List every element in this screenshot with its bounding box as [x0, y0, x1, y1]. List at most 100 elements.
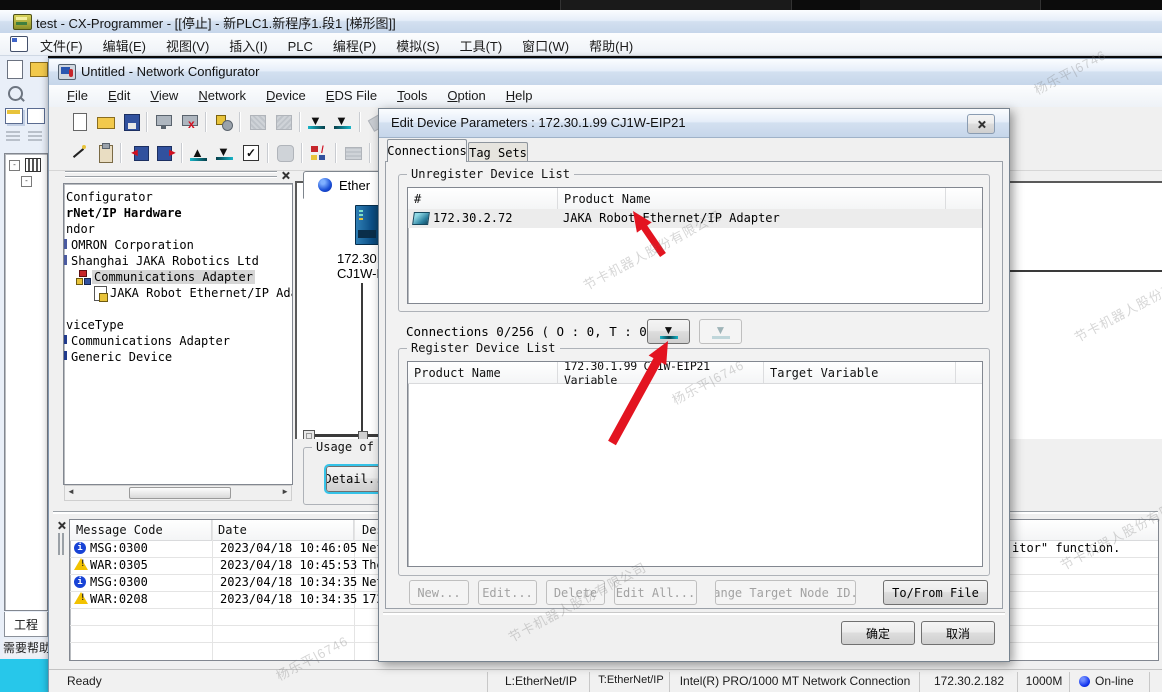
- tree-item-comms-adapter-type[interactable]: Communications Adapter: [71, 334, 230, 348]
- log-col-date[interactable]: Date: [212, 520, 354, 540]
- unregister-col-num[interactable]: #: [408, 188, 558, 209]
- info-icon: i: [74, 576, 86, 588]
- register-col-product[interactable]: Product Name: [408, 362, 558, 383]
- nc-menu-help[interactable]: Help: [496, 85, 543, 106]
- ladder-window-icon[interactable]: [10, 36, 28, 52]
- open-file-icon[interactable]: [95, 112, 116, 132]
- clipboard-icon[interactable]: [95, 143, 116, 163]
- tree-item-comms-adapter[interactable]: Communications Adapter: [92, 270, 255, 284]
- window-cascade-icon[interactable]: [27, 108, 45, 124]
- change-target-node-id-button[interactable]: Change Target Node ID...: [715, 580, 856, 605]
- nc-menu-file[interactable]: File: [57, 85, 98, 106]
- indent-disabled-icon: [6, 131, 20, 133]
- unregister-table[interactable]: # Product Name 172.30.2.72 JAKA Robot Et…: [407, 187, 983, 304]
- nc-menu-eds-file[interactable]: EDS File: [316, 85, 387, 106]
- windows-view-icon[interactable]: [5, 108, 23, 124]
- register-table[interactable]: Product Name 172.30.1.99 CJ1W-EIP21 Vari…: [407, 361, 983, 567]
- scroll-thumb[interactable]: [129, 487, 231, 499]
- ok-button[interactable]: 确定: [841, 621, 915, 645]
- cxp-menu-view[interactable]: 视图(V): [156, 33, 219, 58]
- nc-menu-device[interactable]: Device: [256, 85, 316, 106]
- device-type-icon: [64, 351, 67, 360]
- status-speed: 1000M: [1021, 674, 1067, 688]
- background-strip: [0, 0, 1162, 10]
- scroll-right-icon[interactable]: ►: [281, 487, 289, 496]
- tree-collapse-icon[interactable]: -: [21, 176, 32, 187]
- node-address-icon[interactable]: /: [309, 143, 330, 163]
- wizard-icon[interactable]: [213, 112, 234, 132]
- register-col-extra[interactable]: [956, 362, 982, 383]
- tree-item-jaka-adapter[interactable]: JAKA Robot Ethernet/IP Adapter: [110, 286, 293, 300]
- unregister-col-extra[interactable]: [946, 188, 982, 209]
- cxp-project-tree[interactable]: - -: [4, 153, 48, 611]
- hardware-tree[interactable]: Configurator rNet/IP Hardware ndor OMRON…: [63, 183, 293, 485]
- cxp-menu-insert[interactable]: 插入(I): [219, 33, 277, 58]
- log-date: 2023/04/18 10:34:35: [220, 592, 357, 606]
- nc-menu-edit[interactable]: Edit: [98, 85, 140, 106]
- new-button[interactable]: New...: [409, 580, 469, 605]
- nc-menu-view[interactable]: View: [140, 85, 188, 106]
- edit-button[interactable]: Edit...: [478, 580, 537, 605]
- delete-network-icon[interactable]: x: [179, 112, 200, 132]
- ethernet-sphere-icon: [318, 178, 332, 192]
- save-file-icon[interactable]: [121, 112, 142, 132]
- log-code: MSG:0300: [90, 541, 148, 555]
- tree-item-root[interactable]: Configurator: [66, 190, 153, 204]
- download-parameters-icon[interactable]: ▼: [215, 143, 236, 163]
- tree-item-devicetype[interactable]: viceType: [66, 318, 124, 332]
- cxp-project-tab[interactable]: 工程: [4, 612, 48, 637]
- dialog-title-bar[interactable]: Edit Device Parameters : 172.30.1.99 CJ1…: [379, 109, 1009, 138]
- dialog-close-button[interactable]: [967, 114, 995, 134]
- status-ip: 172.30.2.182: [923, 674, 1015, 688]
- unregister-up-button[interactable]: ▼: [699, 319, 742, 344]
- download-to-device-icon[interactable]: ▼: [307, 112, 328, 132]
- unregister-device-row[interactable]: 172.30.2.72 JAKA Robot Ethernet/IP Adapt…: [408, 209, 982, 228]
- tab-tag-sets-label: Tag Sets: [469, 146, 527, 160]
- verify-check-icon[interactable]: ✓: [241, 143, 262, 163]
- cxp-menu-help[interactable]: 帮助(H): [579, 33, 643, 58]
- tree-collapse-icon[interactable]: -: [9, 160, 20, 171]
- nc-status-bar: Ready L:EtherNet/IP T:EtherNet/IP Intel(…: [49, 669, 1162, 692]
- tree-item-generic-device[interactable]: Generic Device: [71, 350, 172, 364]
- tab-connections[interactable]: Connections: [387, 139, 467, 162]
- log-col-message-code[interactable]: Message Code: [70, 520, 212, 540]
- to-from-file-button[interactable]: To/From File: [883, 580, 988, 605]
- delete-button[interactable]: Delete: [546, 580, 605, 605]
- tree-item-omron[interactable]: OMRON Corporation: [71, 238, 194, 252]
- register-col-target-variable[interactable]: Target Variable: [764, 362, 956, 383]
- scroll-left-icon[interactable]: ◄: [67, 487, 75, 496]
- log-code: MSG:0300: [90, 575, 148, 589]
- cxp-menu-program[interactable]: 编程(P): [323, 33, 386, 58]
- status-nic: Intel(R) PRO/1000 MT Network Connection: [673, 674, 917, 688]
- nc-menu-network[interactable]: Network: [188, 85, 256, 106]
- download-to-network-icon[interactable]: ▼: [333, 112, 354, 132]
- log-panel-grip[interactable]: [58, 533, 60, 555]
- import-file-icon[interactable]: ◄: [129, 143, 150, 163]
- nc-title-bar[interactable]: Untitled - Network Configurator: [49, 59, 1162, 86]
- upload-parameters-icon[interactable]: ▲: [189, 143, 210, 163]
- tree-item-vendor[interactable]: ndor: [66, 222, 95, 236]
- nc-menu-tools[interactable]: Tools: [387, 85, 437, 106]
- tree-item-jaka-vendor[interactable]: Shanghai JAKA Robotics Ltd: [71, 254, 259, 268]
- open-project-icon[interactable]: [30, 62, 48, 77]
- export-file-icon[interactable]: ►: [155, 143, 176, 163]
- tree-panel-grip[interactable]: [65, 171, 277, 178]
- cxp-menu-simulate[interactable]: 模拟(S): [386, 33, 449, 58]
- tab-tag-sets[interactable]: Tag Sets: [468, 142, 528, 162]
- new-file-icon[interactable]: [69, 112, 90, 132]
- unregister-header-row: # Product Name: [408, 188, 982, 210]
- cxp-menu-tools[interactable]: 工具(T): [450, 33, 513, 58]
- cxp-title-bar[interactable]: test - CX-Programmer - [[停止] - 新PLC1.新程序…: [0, 10, 1162, 34]
- setup-wand-icon[interactable]: [69, 143, 90, 163]
- vendor-icon: [64, 255, 67, 265]
- tree-item-ethernet-hardware[interactable]: rNet/IP Hardware: [66, 206, 182, 220]
- cxp-menu-window[interactable]: 窗口(W): [512, 33, 579, 58]
- upload-network-icon[interactable]: [153, 112, 174, 132]
- cxp-menu-plc[interactable]: PLC: [278, 36, 323, 57]
- edit-all-button[interactable]: Edit All...: [614, 580, 697, 605]
- cancel-button[interactable]: 取消: [921, 621, 995, 645]
- cxp-menu-edit[interactable]: 编辑(E): [93, 33, 156, 58]
- nc-menu-option[interactable]: Option: [437, 85, 495, 106]
- new-project-icon[interactable]: [7, 60, 23, 79]
- tree-hscrollbar[interactable]: ◄ ►: [64, 485, 292, 501]
